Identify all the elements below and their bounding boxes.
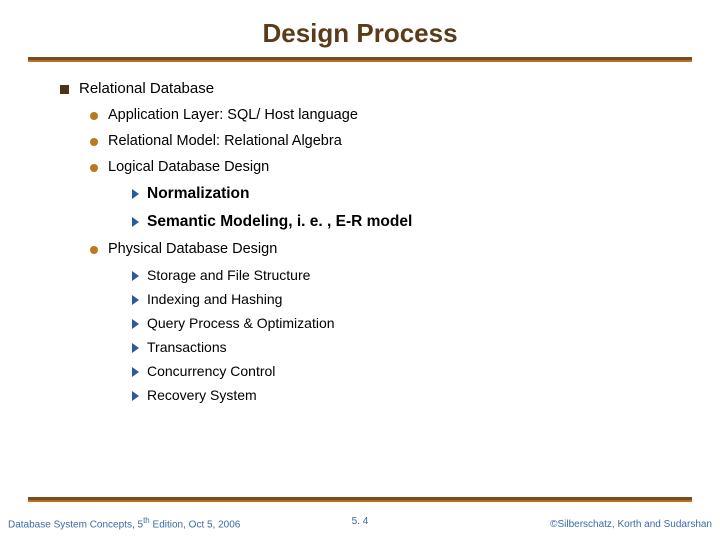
lvl2-text: Relational Model: Relational Algebra	[108, 133, 342, 149]
footer-right: ©Silberschatz, Korth and Sudarshan	[550, 519, 712, 530]
bullet-lvl3: Storage and File Structure	[132, 267, 708, 283]
bullet-lvl3: Semantic Modeling, i. e. , E-R model	[132, 213, 708, 231]
footer: Database System Concepts, 5th Edition, O…	[0, 516, 720, 530]
bullet-lvl3: Indexing and Hashing	[132, 291, 708, 307]
triangle-bullet-icon	[132, 271, 139, 281]
bullet-lvl2: Logical Database Design	[90, 159, 708, 175]
lvl3-text: Indexing and Hashing	[147, 291, 282, 307]
triangle-bullet-icon	[132, 189, 139, 199]
lvl1-text: Relational Database	[79, 80, 214, 97]
bullet-lvl3: Normalization	[132, 185, 708, 203]
lvl3-text: Storage and File Structure	[147, 267, 310, 283]
lvl3-text: Normalization	[147, 185, 249, 203]
content-area: Relational Database Application Layer: S…	[0, 62, 720, 403]
square-bullet-icon	[60, 85, 69, 94]
triangle-bullet-icon	[132, 343, 139, 353]
bullet-lvl3: Transactions	[132, 339, 708, 355]
lvl2-text: Physical Database Design	[108, 241, 277, 257]
bullet-lvl3: Query Process & Optimization	[132, 315, 708, 331]
footer-left-sup: th	[143, 516, 150, 525]
footer-left: Database System Concepts, 5th Edition, O…	[8, 516, 240, 530]
lvl3-text: Transactions	[147, 339, 227, 355]
lvl3-text: Query Process & Optimization	[147, 315, 335, 331]
triangle-bullet-icon	[132, 217, 139, 227]
triangle-bullet-icon	[132, 367, 139, 377]
triangle-bullet-icon	[132, 391, 139, 401]
triangle-bullet-icon	[132, 319, 139, 329]
footer-center: 5. 4	[352, 516, 369, 527]
dot-bullet-icon	[90, 164, 98, 172]
bullet-lvl2: Relational Model: Relational Algebra	[90, 133, 708, 149]
divider-bottom	[28, 497, 692, 502]
lvl3-text: Semantic Modeling, i. e. , E-R model	[147, 213, 412, 231]
bullet-lvl2: Application Layer: SQL/ Host language	[90, 107, 708, 123]
slide-title: Design Process	[0, 0, 720, 57]
triangle-bullet-icon	[132, 295, 139, 305]
lvl2-text: Logical Database Design	[108, 159, 269, 175]
footer-left-suffix: Edition, Oct 5, 2006	[150, 519, 241, 530]
bullet-lvl3: Recovery System	[132, 387, 708, 403]
dot-bullet-icon	[90, 246, 98, 254]
bullet-lvl3: Concurrency Control	[132, 363, 708, 379]
dot-bullet-icon	[90, 112, 98, 120]
slide: Design Process Relational Database Appli…	[0, 0, 720, 540]
footer-left-prefix: Database System Concepts, 5	[8, 519, 143, 530]
bullet-lvl1: Relational Database	[60, 80, 708, 97]
bullet-lvl2: Physical Database Design	[90, 241, 708, 257]
lvl3-text: Concurrency Control	[147, 363, 275, 379]
lvl3-text: Recovery System	[147, 387, 257, 403]
dot-bullet-icon	[90, 138, 98, 146]
lvl2-text: Application Layer: SQL/ Host language	[108, 107, 358, 123]
